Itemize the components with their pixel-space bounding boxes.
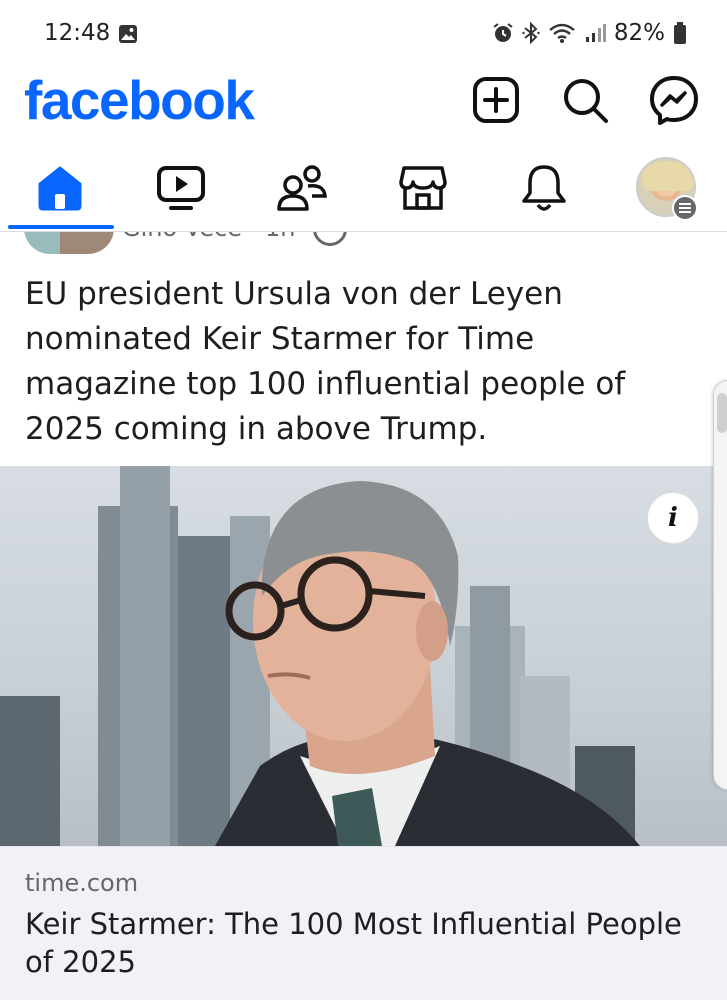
messenger-button[interactable] [649,75,699,125]
post-text[interactable]: EU president Ursula von der Leyen nomina… [25,272,685,452]
marketplace-icon [399,166,447,210]
wifi-icon [549,23,575,43]
article-photo [0,466,640,846]
tab-marketplace[interactable] [393,160,453,216]
messenger-icon [650,76,698,125]
app-header: facebook [0,66,727,142]
bell-icon [522,165,566,211]
gallery-icon [119,25,137,43]
status-icons: 82% [492,20,687,46]
create-button[interactable] [471,75,521,125]
home-icon [38,166,82,211]
tab-profile-menu[interactable] [636,157,698,221]
author-avatar[interactable] [24,232,114,254]
post-header: Gino Vece · 1h · [0,232,727,256]
tab-notifications[interactable] [514,160,574,216]
bluetooth-icon [522,21,540,45]
battery-icon [674,22,686,44]
signal-icon [585,24,606,42]
active-tab-indicator [8,225,114,229]
menu-icon [672,195,698,221]
link-preview-image[interactable] [0,466,727,846]
globe-icon [313,232,347,246]
link-domain: time.com [25,869,139,897]
link-preview-footer[interactable]: time.com Keir Starmer: The 100 Most Infl… [0,846,727,1000]
friends-icon [277,165,327,211]
video-icon [157,166,205,210]
search-button[interactable] [560,75,610,125]
search-icon [564,79,608,123]
alarm-icon [493,23,513,42]
post-author[interactable]: Gino Vece · 1h · [122,232,311,242]
tab-video[interactable] [151,160,211,216]
tab-bar [0,150,727,230]
battery-percent: 82% [613,20,665,46]
info-button[interactable]: i [647,492,699,544]
status-time: 12:48 [44,20,111,46]
tab-home[interactable] [30,160,90,216]
facebook-logo[interactable]: facebook [24,68,255,132]
create-icon [473,77,519,123]
link-title[interactable]: Keir Starmer: The 100 Most Influential P… [25,905,715,981]
tab-friends[interactable] [272,160,332,216]
status-bar: 12:48 82% [0,0,727,66]
edge-panel-handle[interactable] [713,380,727,790]
